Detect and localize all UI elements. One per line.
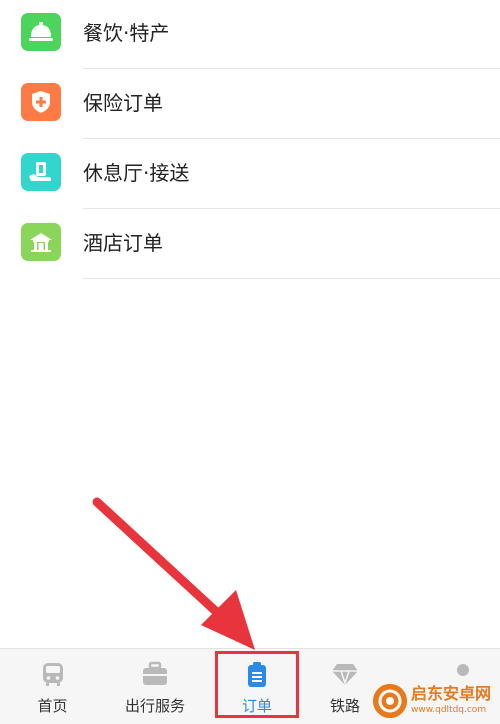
watermark-logo-icon bbox=[373, 684, 407, 718]
annotation-arrow bbox=[92, 497, 255, 650]
watermark-title: 启东安卓网 bbox=[411, 684, 492, 703]
watermark-url: www.qdltdq.com bbox=[411, 705, 487, 715]
watermark: 启东安卓网 www.qdltdq.com bbox=[373, 684, 498, 720]
